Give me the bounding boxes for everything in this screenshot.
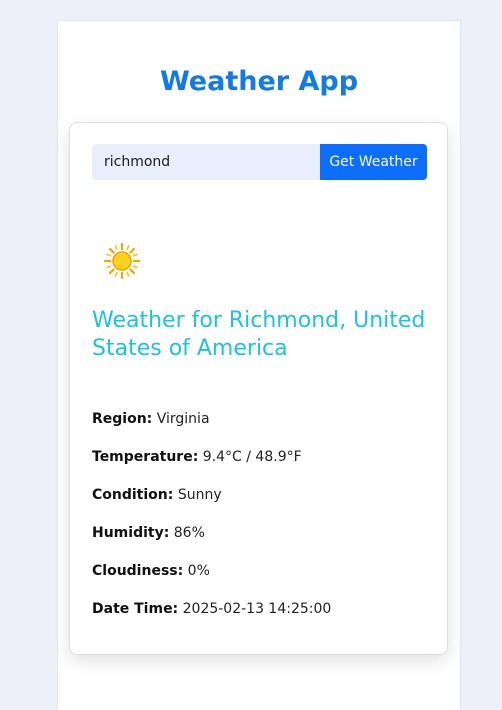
app-title: Weather App [159, 66, 359, 97]
weather-heading: Weather for Richmond, United States of A… [92, 308, 426, 361]
city-input[interactable] [92, 144, 320, 180]
detail-condition: Condition: Sunny [92, 487, 222, 503]
search-form: Get Weather [92, 144, 427, 180]
weather-details: Region: Virginia Temperature: 9.4°C / 48… [92, 409, 427, 637]
detail-datetime: Date Time: 2025-02-13 14:25:00 [92, 601, 332, 617]
detail-cloudiness: Cloudiness: 0% [92, 563, 210, 579]
weather-card: Get Weather [69, 122, 448, 655]
get-weather-button[interactable]: Get Weather [320, 144, 427, 180]
sun-icon [102, 241, 142, 281]
detail-temperature: Temperature: 9.4°C / 48.9°F [92, 449, 302, 465]
detail-region: Region: Virginia [92, 411, 210, 427]
detail-humidity: Humidity: 86% [92, 525, 205, 541]
